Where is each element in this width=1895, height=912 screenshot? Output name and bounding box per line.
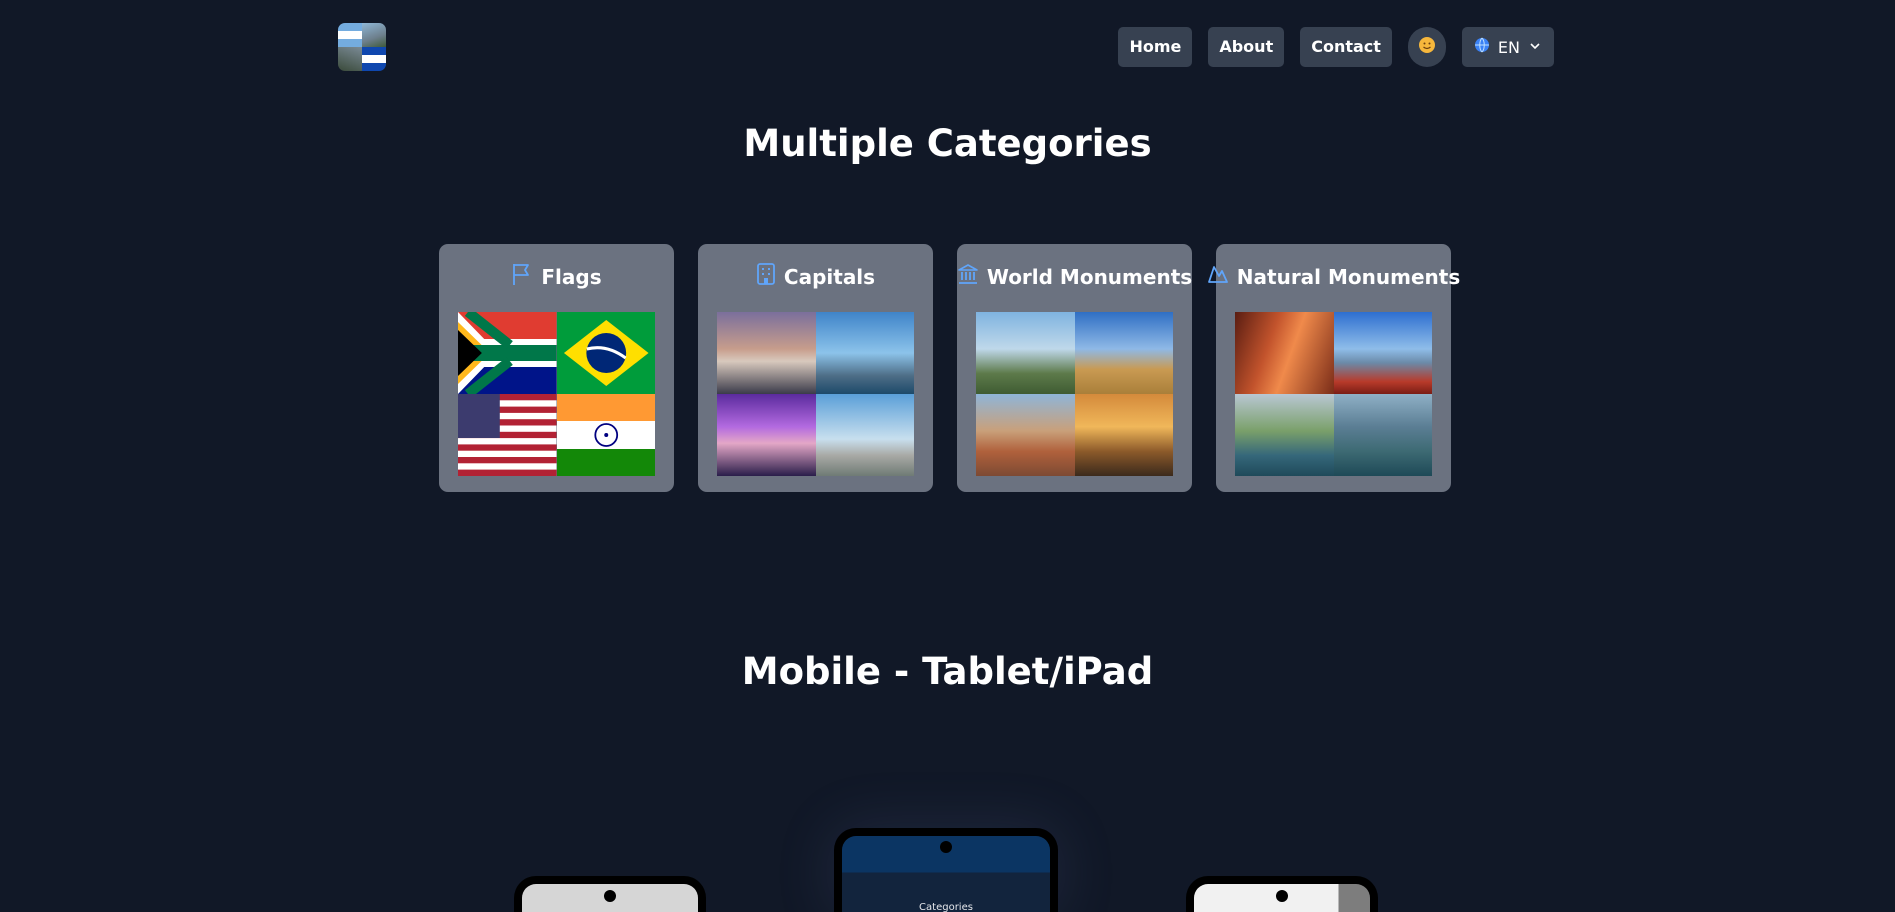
mount-fuji-image	[1333, 312, 1432, 394]
card-title: Flags	[541, 264, 602, 289]
app-logo[interactable]	[338, 23, 386, 71]
capitol-building-image	[717, 312, 816, 394]
top-navigation: Home About Contact EN	[1102, 27, 1554, 67]
category-cards: Flags Capitals World Monuments Natural M…	[439, 244, 1460, 492]
antelope-canyon-image	[1235, 312, 1334, 394]
arc-de-triomphe-image	[815, 394, 914, 476]
chevron-down-icon	[1528, 38, 1542, 57]
theme-toggle-button[interactable]	[1407, 27, 1446, 67]
category-card-world-monuments[interactable]: World Monuments	[957, 244, 1192, 492]
tower-bridge-image	[815, 312, 914, 394]
christ-the-redeemer-image	[976, 312, 1075, 394]
card-image-grid	[976, 312, 1173, 476]
building-icon	[756, 262, 776, 291]
card-header: Natural Monuments	[1207, 262, 1460, 291]
phone-mockup-right	[1186, 876, 1378, 912]
coastline-image	[1333, 394, 1432, 476]
card-header: World Monuments	[957, 262, 1192, 291]
phone-screen	[1194, 884, 1370, 912]
flag-icon	[511, 262, 533, 291]
temple-image	[1074, 394, 1173, 476]
nav-about-button[interactable]: About	[1208, 27, 1285, 67]
card-title: Natural Monuments	[1236, 264, 1461, 289]
category-card-flags[interactable]: Flags	[439, 244, 674, 492]
phone-mockup-left	[514, 876, 706, 912]
logo-tile-el-salvador-flag	[362, 47, 386, 71]
logo-tile-photo	[338, 47, 362, 71]
logo-tile-photo	[362, 23, 386, 47]
phone-mockup-center: Categories	[834, 828, 1058, 912]
nav-contact-button[interactable]: Contact	[1300, 27, 1392, 67]
language-label: EN	[1497, 37, 1520, 57]
cliffs-of-moher-image	[1235, 394, 1334, 476]
card-image-grid	[717, 312, 914, 476]
card-header: Capitals	[698, 262, 933, 291]
mountain-icon	[1207, 262, 1229, 291]
brandenburg-gate-image	[717, 394, 816, 476]
logo-tile-argentina-flag	[338, 23, 362, 47]
language-selector[interactable]: EN	[1461, 27, 1554, 67]
category-card-capitals[interactable]: Capitals	[698, 244, 933, 492]
card-header: Flags	[439, 262, 674, 291]
brazil-flag-image	[556, 312, 655, 394]
phone-screen	[522, 884, 698, 912]
landmark-icon	[957, 262, 979, 291]
globe-icon	[1474, 37, 1490, 57]
phone-screen: Categories	[842, 836, 1050, 912]
india-flag-image	[556, 394, 655, 476]
florence-cathedral-image	[976, 394, 1075, 476]
card-image-grid	[458, 312, 655, 476]
south-africa-flag-image	[458, 312, 557, 394]
card-title: Capitals	[783, 264, 876, 289]
phone-camera	[940, 841, 952, 853]
card-image-grid	[1235, 312, 1432, 476]
categories-section-title: Multiple Categories	[743, 122, 1152, 165]
card-title: World Monuments	[986, 264, 1193, 289]
pyramids-image	[1074, 312, 1173, 394]
phone-camera	[1276, 890, 1288, 902]
phone-camera	[604, 890, 616, 902]
sun-face-icon	[1418, 36, 1436, 58]
category-card-natural-monuments[interactable]: Natural Monuments	[1207, 244, 1460, 492]
mobile-section-title: Mobile - Tablet/iPad	[741, 650, 1154, 693]
nav-home-button[interactable]: Home	[1118, 27, 1193, 67]
usa-flag-image	[458, 394, 557, 476]
phone-screen-title: Categories	[919, 902, 973, 912]
